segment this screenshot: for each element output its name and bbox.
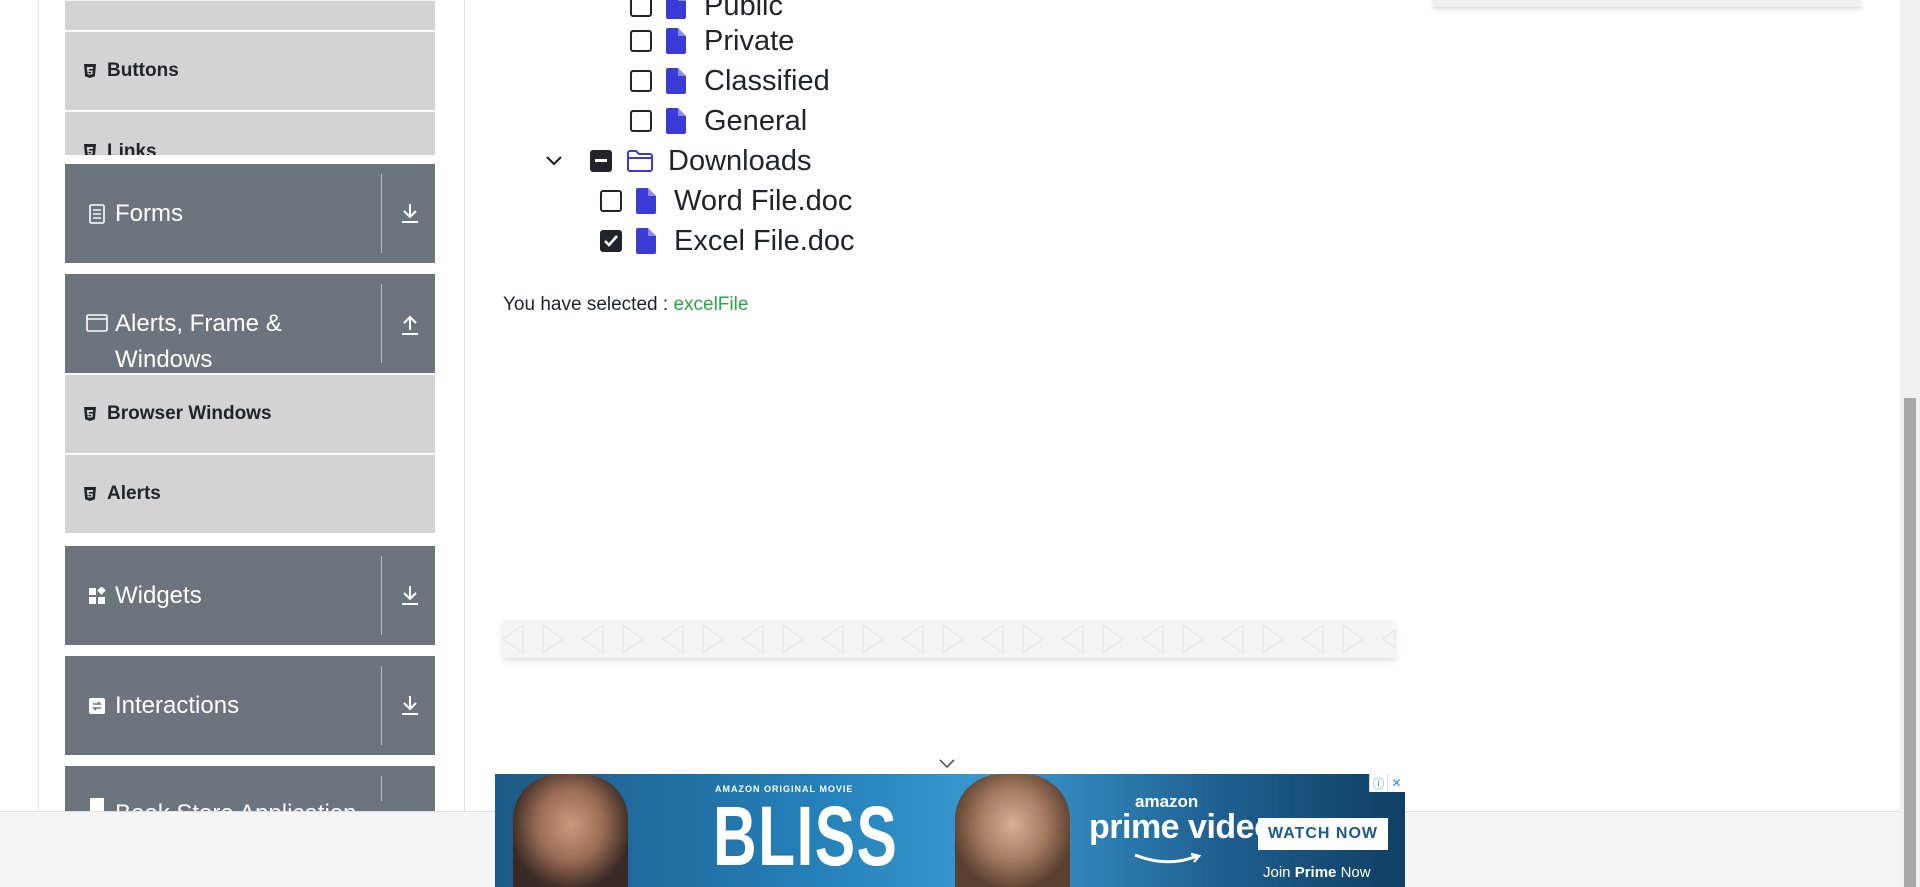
tree-item-word-file[interactable]: Word File.doc bbox=[600, 183, 852, 219]
join-suffix: Now bbox=[1340, 864, 1371, 881]
checkbox[interactable] bbox=[600, 190, 622, 212]
watch-now-button[interactable]: WATCH NOW bbox=[1258, 818, 1388, 850]
tree-item-private[interactable]: Private bbox=[630, 23, 794, 59]
ad-banner[interactable]: AMAZON ORIGINAL MOVIE BLISS amazon prime… bbox=[495, 774, 1405, 887]
window-icon bbox=[85, 314, 109, 332]
tree-item-label: Public bbox=[704, 0, 783, 22]
upload-arrow-icon[interactable] bbox=[395, 310, 425, 340]
sidebar-group-label: Interactions bbox=[115, 691, 240, 719]
html5-icon bbox=[83, 486, 97, 502]
sidebar-item-buttons[interactable]: Buttons bbox=[65, 31, 435, 110]
tree-item-label: Classified bbox=[704, 64, 830, 97]
sidebar-item-label: Alerts bbox=[107, 483, 161, 504]
interactions-icon bbox=[85, 697, 109, 715]
selection-result: You have selected : excelFile bbox=[503, 294, 748, 316]
ad-strip-top bbox=[1433, 0, 1861, 7]
selection-result-prefix: You have selected : bbox=[503, 294, 669, 315]
file-icon bbox=[636, 188, 656, 214]
close-icon[interactable]: ✕ bbox=[1387, 774, 1405, 792]
tree-item-general[interactable]: General bbox=[630, 103, 807, 139]
sidebar-group-bookstore[interactable]: Book Store Application bbox=[65, 766, 435, 811]
chevron-down-icon[interactable] bbox=[544, 155, 564, 167]
sidebar-group-label: Forms bbox=[115, 199, 183, 227]
sidebar-item-label: Buttons bbox=[107, 60, 179, 81]
tree-item-label: Word File.doc bbox=[674, 184, 853, 217]
chevron-down-icon[interactable] bbox=[937, 757, 957, 771]
download-arrow-icon[interactable] bbox=[395, 198, 425, 228]
sidebar-group-interactions[interactable]: Interactions bbox=[65, 656, 435, 755]
selection-result-value: excelFile bbox=[673, 294, 749, 315]
sidebar-item-label: Browser Windows bbox=[107, 403, 272, 424]
tree-item-classified[interactable]: Classified bbox=[630, 63, 830, 99]
join-bold: Prime bbox=[1294, 864, 1337, 881]
download-arrow-icon[interactable] bbox=[395, 580, 425, 610]
file-icon bbox=[666, 0, 686, 19]
form-icon bbox=[85, 203, 109, 224]
group-separator bbox=[381, 284, 382, 363]
join-prefix: Join bbox=[1263, 864, 1291, 881]
sidebar-sub-item-partial[interactable] bbox=[65, 0, 435, 30]
banner-join-text: Join Prime Now bbox=[1263, 864, 1371, 881]
download-arrow-icon[interactable] bbox=[395, 690, 425, 720]
sidebar-right-border bbox=[464, 0, 465, 812]
group-separator bbox=[381, 666, 382, 745]
banner-portrait-right bbox=[955, 774, 1070, 887]
group-separator bbox=[381, 776, 382, 801]
ad-placeholder-strip bbox=[503, 620, 1395, 658]
checkbox[interactable] bbox=[630, 110, 652, 132]
html5-icon bbox=[83, 63, 97, 79]
tree-item-excel-file[interactable]: Excel File.doc bbox=[600, 223, 855, 259]
file-icon bbox=[666, 68, 686, 94]
widgets-icon bbox=[85, 586, 109, 605]
html5-icon bbox=[83, 143, 97, 155]
tree-item-label: Downloads bbox=[668, 144, 812, 177]
tree-item-label: General bbox=[704, 104, 808, 137]
amazon-smile-icon bbox=[1134, 852, 1202, 864]
checkbox[interactable] bbox=[630, 30, 652, 52]
banner-title: BLISS bbox=[713, 789, 899, 883]
file-icon bbox=[666, 108, 686, 134]
sidebar-item-label: Links bbox=[107, 141, 157, 155]
ad-controls: ⓘ ✕ bbox=[1369, 774, 1405, 792]
sidebar-group-label: Widgets bbox=[115, 581, 202, 609]
sidebar-item-browser-windows[interactable]: Browser Windows bbox=[65, 374, 435, 453]
scrollbar-thumb[interactable] bbox=[1904, 398, 1916, 887]
checkbox-checked[interactable] bbox=[600, 230, 622, 252]
sidebar-group-forms[interactable]: Forms bbox=[65, 164, 435, 263]
ad-info-icon[interactable]: ⓘ bbox=[1369, 774, 1387, 792]
tree-item-public[interactable]: Public bbox=[630, 0, 783, 24]
sidebar-group-label: Alerts, Frame & Windows bbox=[115, 310, 282, 373]
group-separator bbox=[381, 556, 382, 635]
tree-item-label: Excel File.doc bbox=[674, 224, 855, 257]
book-icon bbox=[85, 796, 109, 811]
sidebar-item-links[interactable]: Links bbox=[65, 111, 435, 155]
sidebar-left-border bbox=[38, 0, 39, 812]
sidebar-group-label: Book Store Application bbox=[115, 796, 435, 811]
sidebar-group-alerts[interactable]: Alerts, Frame & Windows bbox=[65, 274, 435, 373]
sidebar-item-alerts[interactable]: Alerts bbox=[65, 454, 435, 533]
group-separator bbox=[381, 174, 382, 253]
checkbox-partial[interactable] bbox=[590, 150, 612, 172]
checkbox[interactable] bbox=[630, 0, 652, 17]
html5-icon bbox=[83, 406, 97, 422]
file-icon bbox=[636, 228, 656, 254]
file-icon bbox=[666, 28, 686, 54]
banner-portrait-left bbox=[513, 774, 628, 887]
sidebar-group-widgets[interactable]: Widgets bbox=[65, 546, 435, 645]
tree-item-label: Private bbox=[704, 24, 795, 57]
folder-icon bbox=[627, 150, 653, 172]
checkbox[interactable] bbox=[630, 70, 652, 92]
tree-item-downloads[interactable]: Downloads bbox=[544, 143, 811, 179]
banner-brand-big: prime video bbox=[1089, 808, 1275, 846]
